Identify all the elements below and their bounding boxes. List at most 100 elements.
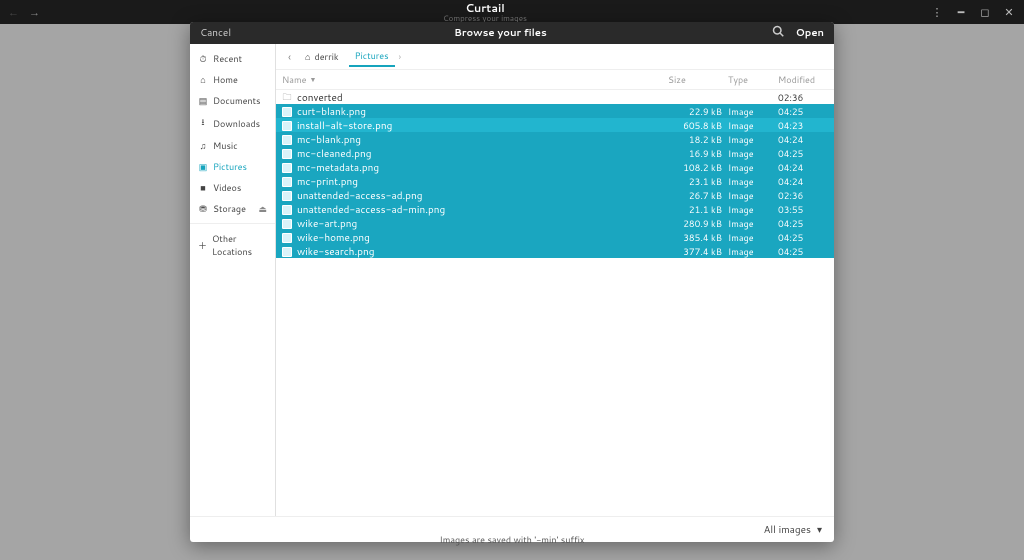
file-size: 16.9 kB	[668, 147, 728, 160]
eject-icon[interactable]: ⏏	[258, 202, 267, 215]
file-name: unattended-access-ad-min.png	[297, 203, 445, 217]
sidebar-item-label: Documents	[213, 94, 260, 107]
image-file-icon	[282, 163, 292, 173]
file-row[interactable]: mc-metadata.png108.2 kBImage04:24	[276, 160, 834, 174]
sidebar-item-home[interactable]: ⌂ Home	[190, 69, 275, 90]
cancel-button[interactable]: Cancel	[200, 26, 231, 40]
file-size: 26.7 kB	[668, 189, 728, 202]
file-row[interactable]: wike-home.png 385.4 kBImage04:25	[276, 230, 834, 244]
file-size: 280.9 kB	[668, 217, 728, 230]
music-icon: ♫	[198, 139, 208, 152]
file-list: 🗀converted02:36curt-blank.png22.9 kBImag…	[276, 90, 834, 516]
maximize-icon[interactable]: ◻	[978, 5, 992, 19]
file-row[interactable]: wike-art.png280.9 kBImage04:25	[276, 216, 834, 230]
image-file-icon	[282, 247, 292, 257]
chevron-right-icon: ›	[399, 50, 401, 63]
file-type: Image	[728, 203, 778, 216]
image-file-icon	[282, 135, 292, 145]
sidebar-item-documents[interactable]: ▤ Documents	[190, 90, 275, 111]
pictures-icon: ▣	[198, 160, 208, 173]
breadcrumb-current[interactable]: Pictures	[349, 46, 395, 67]
file-modified: 04:25	[778, 231, 828, 244]
sort-desc-icon: ▼	[309, 75, 316, 85]
file-type: Image	[728, 147, 778, 160]
file-row[interactable]: mc-blank.png18.2 kBImage04:24	[276, 132, 834, 146]
home-icon: ⌂	[198, 73, 208, 86]
file-name: install-alt-store.png	[297, 119, 392, 133]
file-name: mc-blank.png	[297, 133, 361, 147]
file-modified: 04:25	[778, 147, 828, 160]
file-chooser-dialog: Cancel Browse your files Open ⏱Recent ⌂ Ho…	[190, 22, 834, 542]
sidebar-item-recent[interactable]: ⏱Recent	[190, 48, 275, 69]
file-type: Image	[728, 245, 778, 258]
file-row[interactable]: wike-search.png377.4 kBImage04:25	[276, 244, 834, 258]
image-file-icon	[282, 233, 292, 243]
file-modified: 02:36	[778, 189, 828, 202]
column-headers: Name ▼ Size Type Modified	[276, 70, 834, 90]
folder-row[interactable]: 🗀converted02:36	[276, 90, 834, 104]
file-modified: 04:23	[778, 119, 828, 132]
downloads-icon: ⭳	[198, 115, 208, 131]
breadcrumb-home[interactable]: ⌂ derrik	[299, 47, 345, 66]
dialog-title: Browse your files	[231, 26, 770, 40]
sidebar-item-videos[interactable]: ■ Videos	[190, 177, 275, 198]
file-size: 605.8 kB	[668, 119, 728, 132]
places-sidebar: ⏱Recent ⌂ Home ▤ Documents ⭳ Downloads ♫Music▣P…	[190, 44, 276, 516]
column-size[interactable]: Size	[668, 73, 728, 86]
file-name: mc-print.png	[297, 175, 358, 189]
file-row[interactable]: install-alt-store.png605.8 kBImage04:23	[276, 118, 834, 132]
file-list-pane: ‹ ⌂ derrik Pictures › Name ▼ Size Type M…	[276, 44, 834, 516]
breadcrumb-back-icon[interactable]: ‹	[284, 49, 295, 65]
file-type: Image	[728, 175, 778, 188]
filter-dropdown[interactable]: All images ▾	[190, 516, 834, 542]
videos-icon: ■	[198, 181, 208, 194]
file-name: mc-cleaned.png	[297, 147, 371, 161]
back-arrow-icon[interactable]: ←	[8, 4, 19, 20]
file-size: 385.4 kB	[668, 231, 728, 244]
file-row[interactable]: mc-cleaned.png 16.9 kBImage04:25	[276, 146, 834, 160]
file-type: Image	[728, 161, 778, 174]
file-name: unattended-access-ad.png	[297, 189, 423, 203]
file-type: Image	[728, 189, 778, 202]
breadcrumb: ‹ ⌂ derrik Pictures ›	[276, 44, 834, 70]
sidebar-item-storage[interactable]: ⛃Storage⏏	[190, 198, 275, 219]
sidebar-item-label: Home	[213, 73, 238, 86]
search-icon[interactable]	[770, 25, 786, 41]
dialog-header: Cancel Browse your files Open	[190, 22, 834, 44]
file-size: 377.4 kB	[668, 245, 728, 258]
file-type: Image	[728, 231, 778, 244]
sidebar-item-label: Downloads	[213, 117, 260, 130]
file-name: wike-home.png	[297, 231, 370, 245]
file-row[interactable]: unattended-access-ad.png 26.7 kBImage02:3…	[276, 188, 834, 202]
documents-icon: ▤	[198, 94, 208, 107]
image-file-icon	[282, 191, 292, 201]
column-name[interactable]: Name ▼	[282, 73, 668, 86]
sidebar-item-music[interactable]: ♫Music	[190, 135, 275, 156]
file-modified: 04:24	[778, 161, 828, 174]
file-size: 23.1 kB	[668, 175, 728, 188]
sidebar-item-label: Recent	[213, 52, 242, 65]
menu-icon[interactable]: ⋮	[930, 5, 944, 19]
file-modified: 04:24	[778, 175, 828, 188]
minimize-icon[interactable]: ━	[954, 5, 968, 19]
column-type[interactable]: Type	[728, 73, 778, 86]
file-type: Image	[728, 133, 778, 146]
file-modified: 04:24	[778, 133, 828, 146]
file-row[interactable]: unattended-access-ad-min.png21.1 kBImage…	[276, 202, 834, 216]
open-button[interactable]: Open	[796, 26, 824, 40]
sidebar-other-locations[interactable]: ＋ Other Locations	[190, 228, 275, 262]
sidebar-item-label: Videos	[213, 181, 241, 194]
close-icon[interactable]: ✕	[1002, 5, 1016, 19]
image-file-icon	[282, 121, 292, 131]
sidebar-item-label: Other Locations	[212, 232, 267, 258]
sidebar-item-downloads[interactable]: ⭳ Downloads	[190, 111, 275, 135]
plus-icon: ＋	[198, 239, 207, 252]
file-name: wike-art.png	[297, 217, 357, 231]
file-row[interactable]: curt-blank.png22.9 kBImage04:25	[276, 104, 834, 118]
forward-arrow-icon[interactable]: →	[29, 4, 40, 20]
column-modified[interactable]: Modified	[778, 73, 828, 86]
file-row[interactable]: mc-print.png 23.1 kBImage04:24	[276, 174, 834, 188]
sidebar-item-pictures[interactable]: ▣Pictures	[190, 156, 275, 177]
file-name: mc-metadata.png	[297, 161, 379, 175]
image-file-icon	[282, 107, 292, 117]
